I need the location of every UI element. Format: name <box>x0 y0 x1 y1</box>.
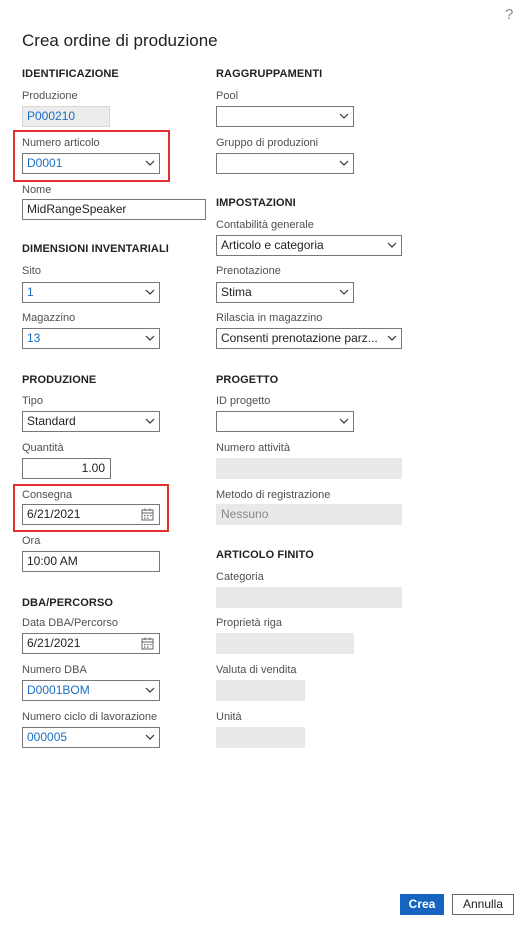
id-progetto-label: ID progetto <box>216 395 271 407</box>
numero-articolo-value: D0001 <box>27 156 63 170</box>
valuta-vendita-label: Valuta di vendita <box>216 664 297 676</box>
chevron-down-icon <box>339 289 349 295</box>
magazzino-label: Magazzino <box>22 312 76 324</box>
consegna-date-input[interactable]: 6/21/2021 <box>22 504 160 525</box>
contabilita-label: Contabilità generale <box>216 219 314 231</box>
ciclo-value: 000005 <box>27 730 68 744</box>
magazzino-value: 13 <box>27 331 41 345</box>
chevron-down-icon <box>387 335 397 341</box>
crea-button[interactable]: Crea <box>400 894 444 915</box>
numero-attivita-label: Numero attività <box>216 442 290 454</box>
metodo-registrazione-value: Nessuno <box>221 507 269 521</box>
chevron-down-icon <box>387 242 397 248</box>
prenotazione-dropdown[interactable]: Stima <box>216 282 354 303</box>
rilascia-value: Consenti prenotazione parz... <box>221 331 378 345</box>
tipo-label: Tipo <box>22 395 43 407</box>
consegna-label: Consegna <box>22 489 73 501</box>
numero-articolo-label: Numero articolo <box>22 137 100 149</box>
section-raggruppamenti: RAGGRUPPAMENTI <box>216 68 323 80</box>
tipo-dropdown[interactable]: Standard <box>22 411 160 432</box>
pool-label: Pool <box>216 90 239 102</box>
numero-attivita-field <box>216 458 402 479</box>
rilascia-dropdown[interactable]: Consenti prenotazione parz... <box>216 328 402 349</box>
section-impostazioni: IMPOSTAZIONI <box>216 197 296 209</box>
gruppo-produzioni-dropdown[interactable] <box>216 153 354 174</box>
quantita-label: Quantità <box>22 442 64 454</box>
proprieta-riga-label: Proprietà riga <box>216 617 283 629</box>
prenotazione-value: Stima <box>221 285 252 299</box>
numero-dba-label: Numero DBA <box>22 664 87 676</box>
consegna-value: 6/21/2021 <box>27 507 81 521</box>
help-icon[interactable]: ? <box>505 6 513 23</box>
calendar-icon[interactable] <box>141 508 154 521</box>
data-dba-value: 6/21/2021 <box>27 636 81 650</box>
prenotazione-label: Prenotazione <box>216 265 281 277</box>
sito-dropdown[interactable]: 1 <box>22 282 160 303</box>
produzione-label: Produzione <box>22 90 78 102</box>
categoria-label: Categoria <box>216 571 264 583</box>
nome-label: Nome <box>22 184 52 196</box>
categoria-field <box>216 587 402 608</box>
ora-value: 10:00 AM <box>27 554 78 568</box>
dialog-title: Crea ordine di produzione <box>22 31 218 50</box>
unita-field <box>216 727 305 748</box>
chevron-down-icon <box>145 160 155 166</box>
sito-label: Sito <box>22 265 41 277</box>
nome-input[interactable]: MidRangeSpeaker <box>22 199 206 220</box>
quantita-input[interactable]: 1.00 <box>22 458 111 479</box>
nome-value: MidRangeSpeaker <box>27 202 127 216</box>
numero-dba-value: D0001BOM <box>27 683 90 697</box>
chevron-down-icon <box>145 335 155 341</box>
chevron-down-icon <box>145 734 155 740</box>
valuta-vendita-field <box>216 680 305 701</box>
magazzino-dropdown[interactable]: 13 <box>22 328 160 349</box>
ora-input[interactable]: 10:00 AM <box>22 551 160 572</box>
numero-dba-dropdown[interactable]: D0001BOM <box>22 680 160 701</box>
metodo-registrazione-label: Metodo di registrazione <box>216 489 331 501</box>
chevron-down-icon <box>339 418 349 424</box>
section-articolo-finito: ARTICOLO FINITO <box>216 549 314 561</box>
pool-dropdown[interactable] <box>216 106 354 127</box>
gruppo-produzioni-label: Gruppo di produzioni <box>216 137 319 149</box>
section-dba-percorso: DBA/PERCORSO <box>22 597 114 609</box>
chevron-down-icon <box>339 113 349 119</box>
quantita-value: 1.00 <box>81 461 105 475</box>
id-progetto-dropdown[interactable] <box>216 411 354 432</box>
chevron-down-icon <box>145 418 155 424</box>
contabilita-dropdown[interactable]: Articolo e categoria <box>216 235 402 256</box>
contabilita-value: Articolo e categoria <box>221 238 324 252</box>
sito-value: 1 <box>27 285 34 299</box>
chevron-down-icon <box>145 289 155 295</box>
metodo-registrazione-field: Nessuno <box>216 504 402 525</box>
section-produzione: PRODUZIONE <box>22 374 97 386</box>
proprieta-riga-field <box>216 633 354 654</box>
ciclo-label: Numero ciclo di lavorazione <box>22 711 158 723</box>
annulla-button[interactable]: Annulla <box>452 894 514 915</box>
section-progetto: PROGETTO <box>216 374 279 386</box>
chevron-down-icon <box>145 687 155 693</box>
section-identificazione: IDENTIFICAZIONE <box>22 68 119 80</box>
unita-label: Unità <box>216 711 242 723</box>
section-dimensioni-inventariali: DIMENSIONI INVENTARIALI <box>22 243 169 255</box>
produzione-field: P000210 <box>22 106 110 127</box>
ora-label: Ora <box>22 535 41 547</box>
data-dba-label: Data DBA/Percorso <box>22 617 118 629</box>
chevron-down-icon <box>339 160 349 166</box>
tipo-value: Standard <box>27 414 76 428</box>
ciclo-dropdown[interactable]: 000005 <box>22 727 160 748</box>
produzione-value: P000210 <box>27 109 76 123</box>
calendar-icon[interactable] <box>141 637 154 650</box>
rilascia-label: Rilascia in magazzino <box>216 312 323 324</box>
data-dba-date-input[interactable]: 6/21/2021 <box>22 633 160 654</box>
numero-articolo-dropdown[interactable]: D0001 <box>22 153 160 174</box>
